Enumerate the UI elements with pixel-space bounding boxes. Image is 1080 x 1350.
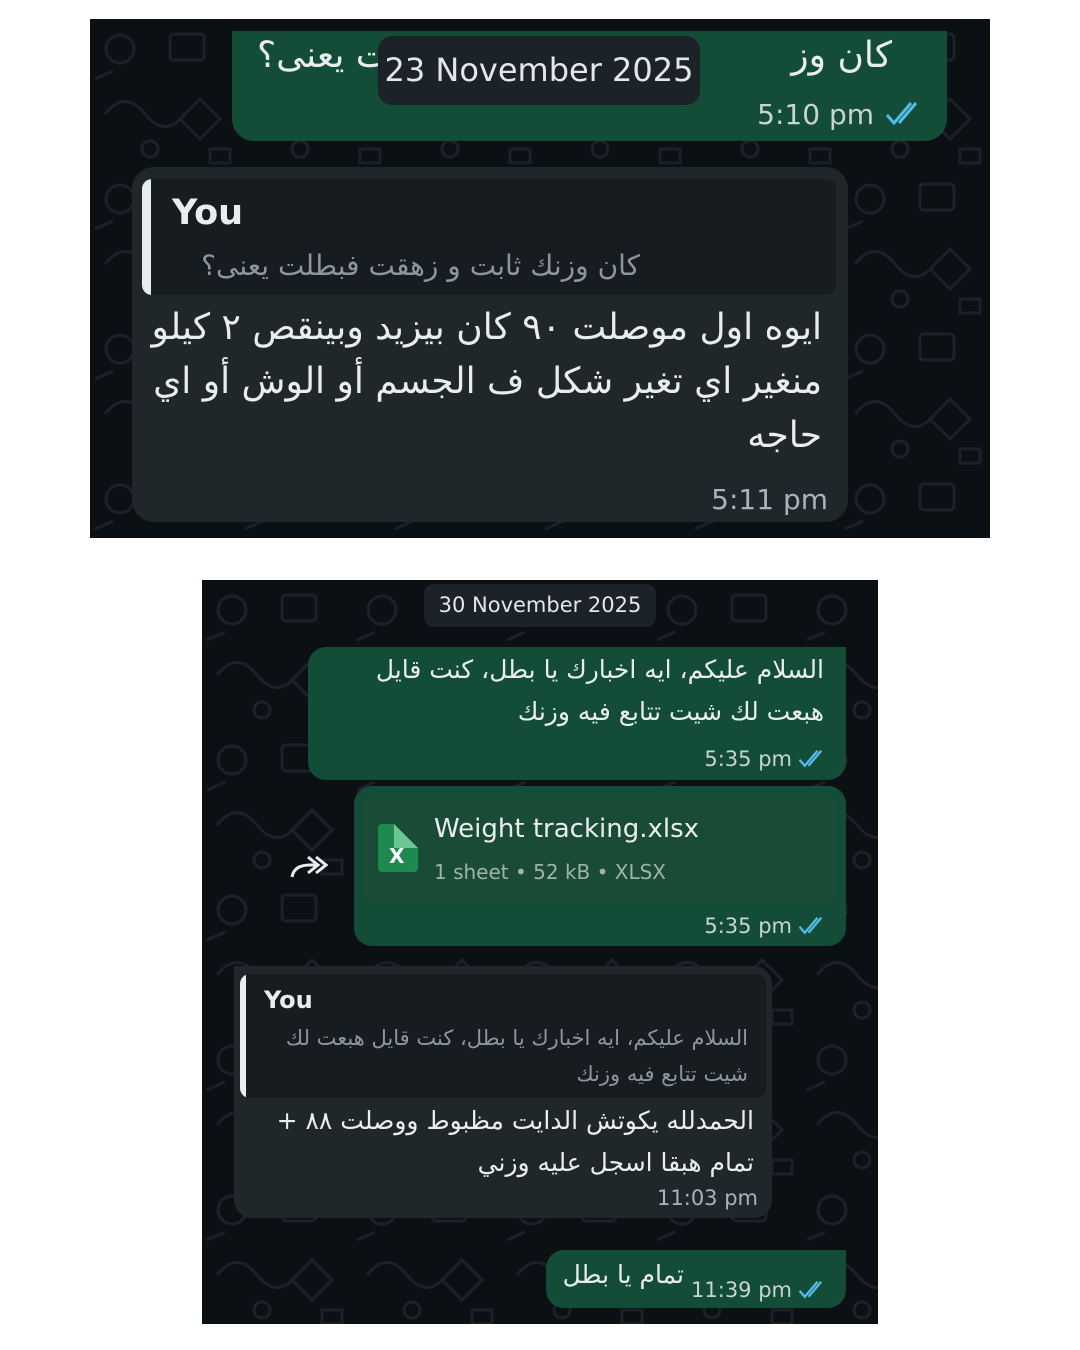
date-badge: 23 November 2025: [378, 36, 700, 105]
message-text: ت يعنى؟: [257, 35, 390, 76]
quote-text: كان وزنك ثابت و زهقت فبطلت يعنى؟: [201, 249, 640, 282]
message-time: 5:35 pm: [704, 747, 792, 771]
message-file[interactable]: X Weight tracking.xlsx 1 sheet • 52 kB •…: [354, 786, 846, 946]
message-time: 11:39 pm: [691, 1278, 792, 1302]
message-line: هبعت لك شيت تتابع فيه وزنك: [517, 697, 824, 726]
chat-panel-1: كان وز ت يعنى؟ 5:10 pm 23 November 2025 …: [90, 19, 990, 538]
message-incoming[interactable]: You كان وزنك ثابت و زهقت فبطلت يعنى؟ ايو…: [132, 167, 848, 522]
message-outgoing[interactable]: تمام يا بطل 11:39 pm: [546, 1250, 846, 1308]
message-line: الحمدلله يكوتش الدايت مظبوط ووصلت ٨٨ +: [276, 1106, 754, 1135]
file-attachment-card[interactable]: X Weight tracking.xlsx 1 sheet • 52 kB •…: [364, 796, 836, 904]
quote-author: You: [264, 986, 313, 1014]
file-name: Weight tracking.xlsx: [434, 814, 700, 844]
message-time: 11:03 pm: [657, 1186, 758, 1210]
quote-author: You: [172, 193, 244, 233]
message-incoming[interactable]: You السلام عليكم، ايه اخبارك يا بطل، كنت…: [234, 966, 772, 1218]
message-text: تمام يا بطل: [562, 1260, 684, 1289]
message-line: حاجه: [747, 415, 822, 456]
message-line: منغير اي تغير شكل ف الجسم أو الوش أو اي: [153, 361, 822, 402]
message-line: تمام هبقا اسجل عليه وزني: [477, 1148, 754, 1177]
message-time: 5:11 pm: [711, 483, 828, 516]
message-text: كان وز: [791, 35, 892, 76]
read-receipt-icon: [798, 917, 823, 935]
quote-bar: [142, 179, 151, 295]
message-line: ايوه اول موصلت ٩٠ كان بيزيد وبينقص ٢ كيل…: [151, 307, 823, 348]
forward-icon[interactable]: [288, 851, 328, 881]
read-receipt-icon: [798, 750, 823, 768]
file-meta: 1 sheet • 52 kB • XLSX: [434, 860, 667, 884]
excel-icon-letter: X: [389, 844, 405, 868]
message-time: 5:10 pm: [757, 98, 874, 131]
read-receipt-icon: [798, 1281, 823, 1299]
message-outgoing[interactable]: السلام عليكم، ايه اخبارك يا بطل، كنت قاي…: [308, 647, 846, 780]
date-badge: 30 November 2025: [424, 584, 656, 627]
quoted-message[interactable]: You السلام عليكم، ايه اخبارك يا بطل، كنت…: [240, 974, 766, 1098]
quote-line: السلام عليكم، ايه اخبارك يا بطل، كنت قاي…: [285, 1026, 748, 1050]
quoted-message[interactable]: You كان وزنك ثابت و زهقت فبطلت يعنى؟: [142, 179, 836, 295]
excel-file-icon: X: [378, 824, 418, 872]
quote-line: شيت تتابع فيه وزنك: [576, 1062, 748, 1086]
message-time: 5:35 pm: [704, 914, 792, 938]
quote-bar: [240, 974, 246, 1098]
chat-panel-2: 30 November 2025 السلام عليكم، ايه اخبار…: [202, 580, 878, 1324]
read-receipt-icon: [885, 102, 918, 126]
message-line: السلام عليكم، ايه اخبارك يا بطل، كنت قاي…: [375, 655, 824, 684]
